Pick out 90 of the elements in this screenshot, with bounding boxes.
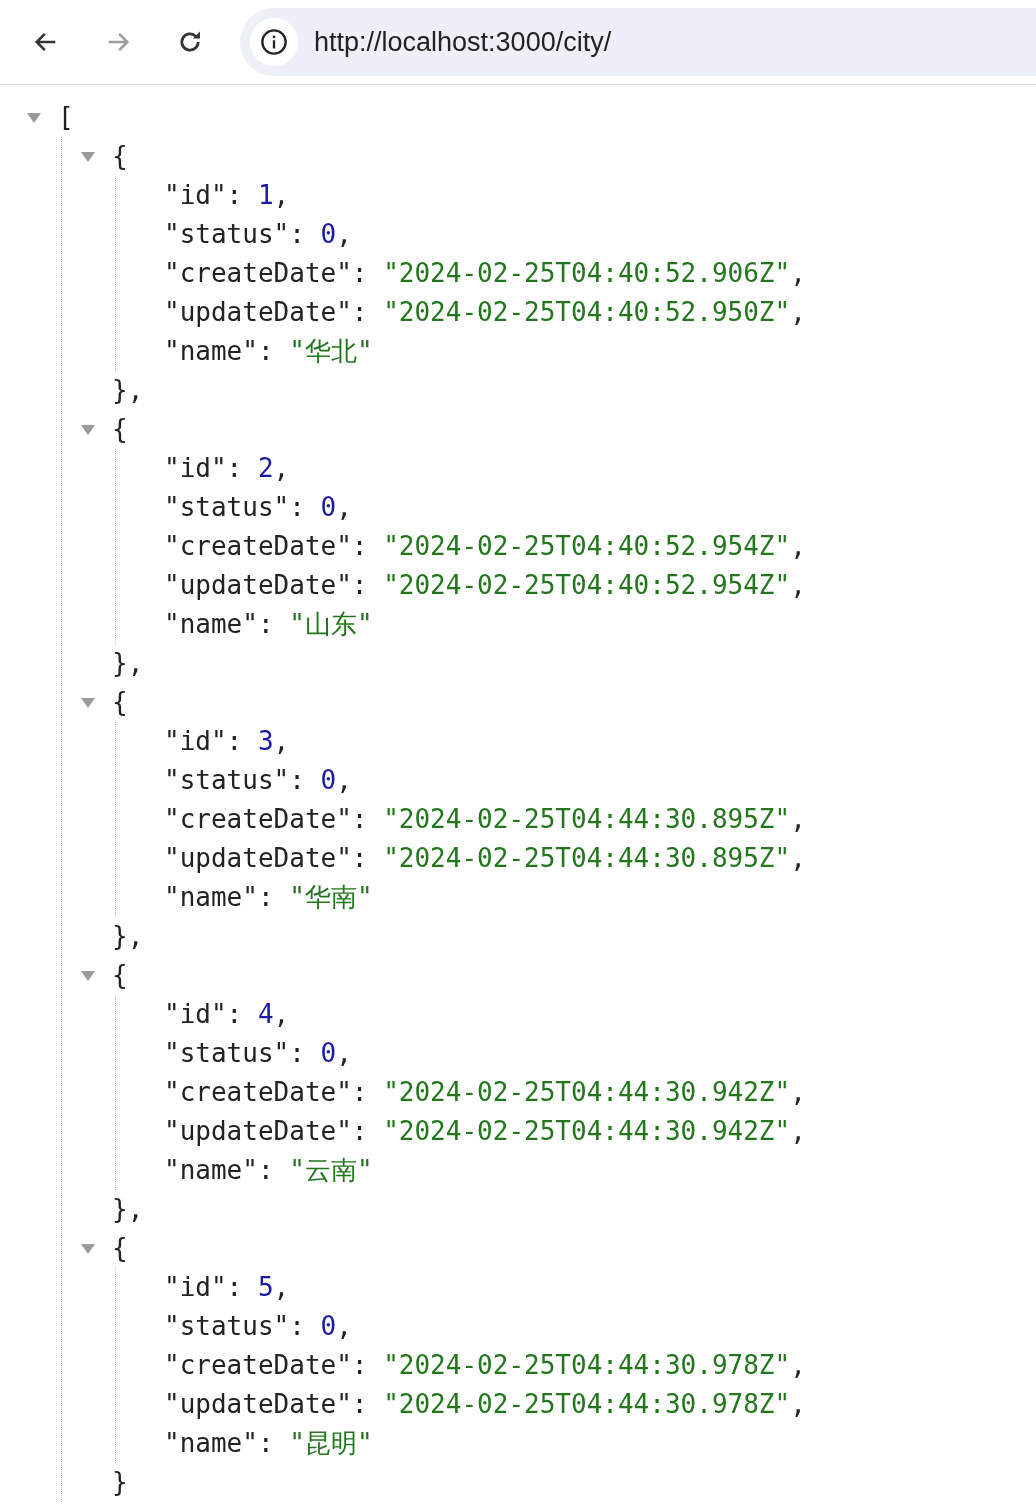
json-value: 1 [257, 179, 274, 212]
address-bar[interactable]: http://localhost:3000/city/ [240, 8, 1036, 76]
json-key: "id": [164, 995, 258, 1034]
collapse-toggle-icon[interactable] [81, 970, 95, 981]
json-value: "2024-02-25T04:44:30.942Z" [383, 1115, 791, 1148]
comma: , [273, 1271, 290, 1304]
comma: , [273, 998, 290, 1031]
brace: }, [112, 374, 144, 407]
json-value: "2024-02-25T04:44:30.978Z" [383, 1388, 791, 1421]
comma: , [790, 842, 806, 875]
json-key: "status": [164, 1307, 321, 1346]
json-value: "2024-02-25T04:44:30.895Z" [383, 842, 791, 875]
comma: , [336, 218, 352, 251]
comma: , [273, 725, 290, 758]
json-value: 0 [320, 1037, 337, 1070]
json-value: "2024-02-25T04:44:30.895Z" [383, 803, 791, 836]
comma: , [790, 530, 806, 563]
comma: , [336, 491, 352, 524]
json-value: 0 [320, 491, 337, 524]
json-key: "id": [164, 1268, 258, 1307]
brace: { [112, 413, 128, 446]
json-value: "2024-02-25T04:44:30.978Z" [383, 1349, 791, 1382]
collapse-toggle-icon[interactable] [27, 112, 41, 123]
comma: , [790, 569, 806, 602]
json-key: "createDate": [164, 1346, 384, 1385]
json-value: 2 [257, 452, 274, 485]
json-key: "status": [164, 215, 321, 254]
json-value: "2024-02-25T04:40:52.906Z" [383, 257, 791, 290]
json-value: "2024-02-25T04:44:30.942Z" [383, 1076, 791, 1109]
json-key: "name": [164, 332, 290, 371]
brace: } [112, 1466, 128, 1499]
json-key: "updateDate": [164, 293, 384, 332]
brace: }, [112, 920, 144, 953]
info-icon[interactable] [250, 18, 298, 66]
comma: , [790, 1076, 806, 1109]
collapse-toggle-icon[interactable] [81, 1243, 95, 1254]
json-key: "createDate": [164, 254, 384, 293]
json-key: "name": [164, 1424, 290, 1463]
collapse-toggle-icon[interactable] [81, 424, 95, 435]
json-key: "id": [164, 176, 258, 215]
json-key: "updateDate": [164, 1112, 384, 1151]
json-value: "2024-02-25T04:40:52.954Z" [383, 569, 791, 602]
json-value: "2024-02-25T04:40:52.950Z" [383, 296, 791, 329]
comma: , [336, 1037, 352, 1070]
comma: , [273, 452, 290, 485]
comma: , [273, 179, 290, 212]
json-value: 0 [320, 218, 337, 251]
json-key: "status": [164, 761, 321, 800]
comma: , [790, 803, 806, 836]
json-key: "updateDate": [164, 566, 384, 605]
json-value: 3 [257, 725, 274, 758]
json-key: "id": [164, 722, 258, 761]
comma: , [336, 764, 352, 797]
json-key: "status": [164, 1034, 321, 1073]
json-key: "createDate": [164, 800, 384, 839]
json-value: "2024-02-25T04:40:52.954Z" [383, 530, 791, 563]
json-key: "createDate": [164, 1073, 384, 1112]
comma: , [336, 1310, 352, 1343]
json-key: "name": [164, 878, 290, 917]
json-key: "updateDate": [164, 1385, 384, 1424]
json-key: "updateDate": [164, 839, 384, 878]
brace: }, [112, 1193, 144, 1226]
json-value: "云南" [289, 1154, 373, 1187]
collapse-toggle-icon[interactable] [81, 151, 95, 162]
json-key: "name": [164, 605, 290, 644]
json-key: "id": [164, 449, 258, 488]
comma: , [790, 1115, 806, 1148]
json-value: "山东" [289, 608, 373, 641]
json-value: 4 [257, 998, 274, 1031]
comma: , [790, 296, 806, 329]
json-value: 0 [320, 764, 337, 797]
json-value: "华北" [289, 335, 373, 368]
json-key: "createDate": [164, 527, 384, 566]
brace: { [112, 1232, 128, 1265]
comma: , [790, 257, 806, 290]
url-text: http://localhost:3000/city/ [314, 26, 612, 58]
json-value: 5 [257, 1271, 274, 1304]
comma: , [790, 1388, 806, 1421]
bracket: [ [58, 101, 74, 134]
collapse-toggle-icon[interactable] [81, 697, 95, 708]
json-value: "华南" [289, 881, 373, 914]
json-key: "status": [164, 488, 321, 527]
json-value: "昆明" [289, 1427, 373, 1460]
brace: { [112, 140, 128, 173]
brace: { [112, 686, 128, 719]
comma: , [790, 1349, 806, 1382]
brace: { [112, 959, 128, 992]
json-value: 0 [320, 1310, 337, 1343]
json-key: "name": [164, 1151, 290, 1190]
brace: }, [112, 647, 144, 680]
